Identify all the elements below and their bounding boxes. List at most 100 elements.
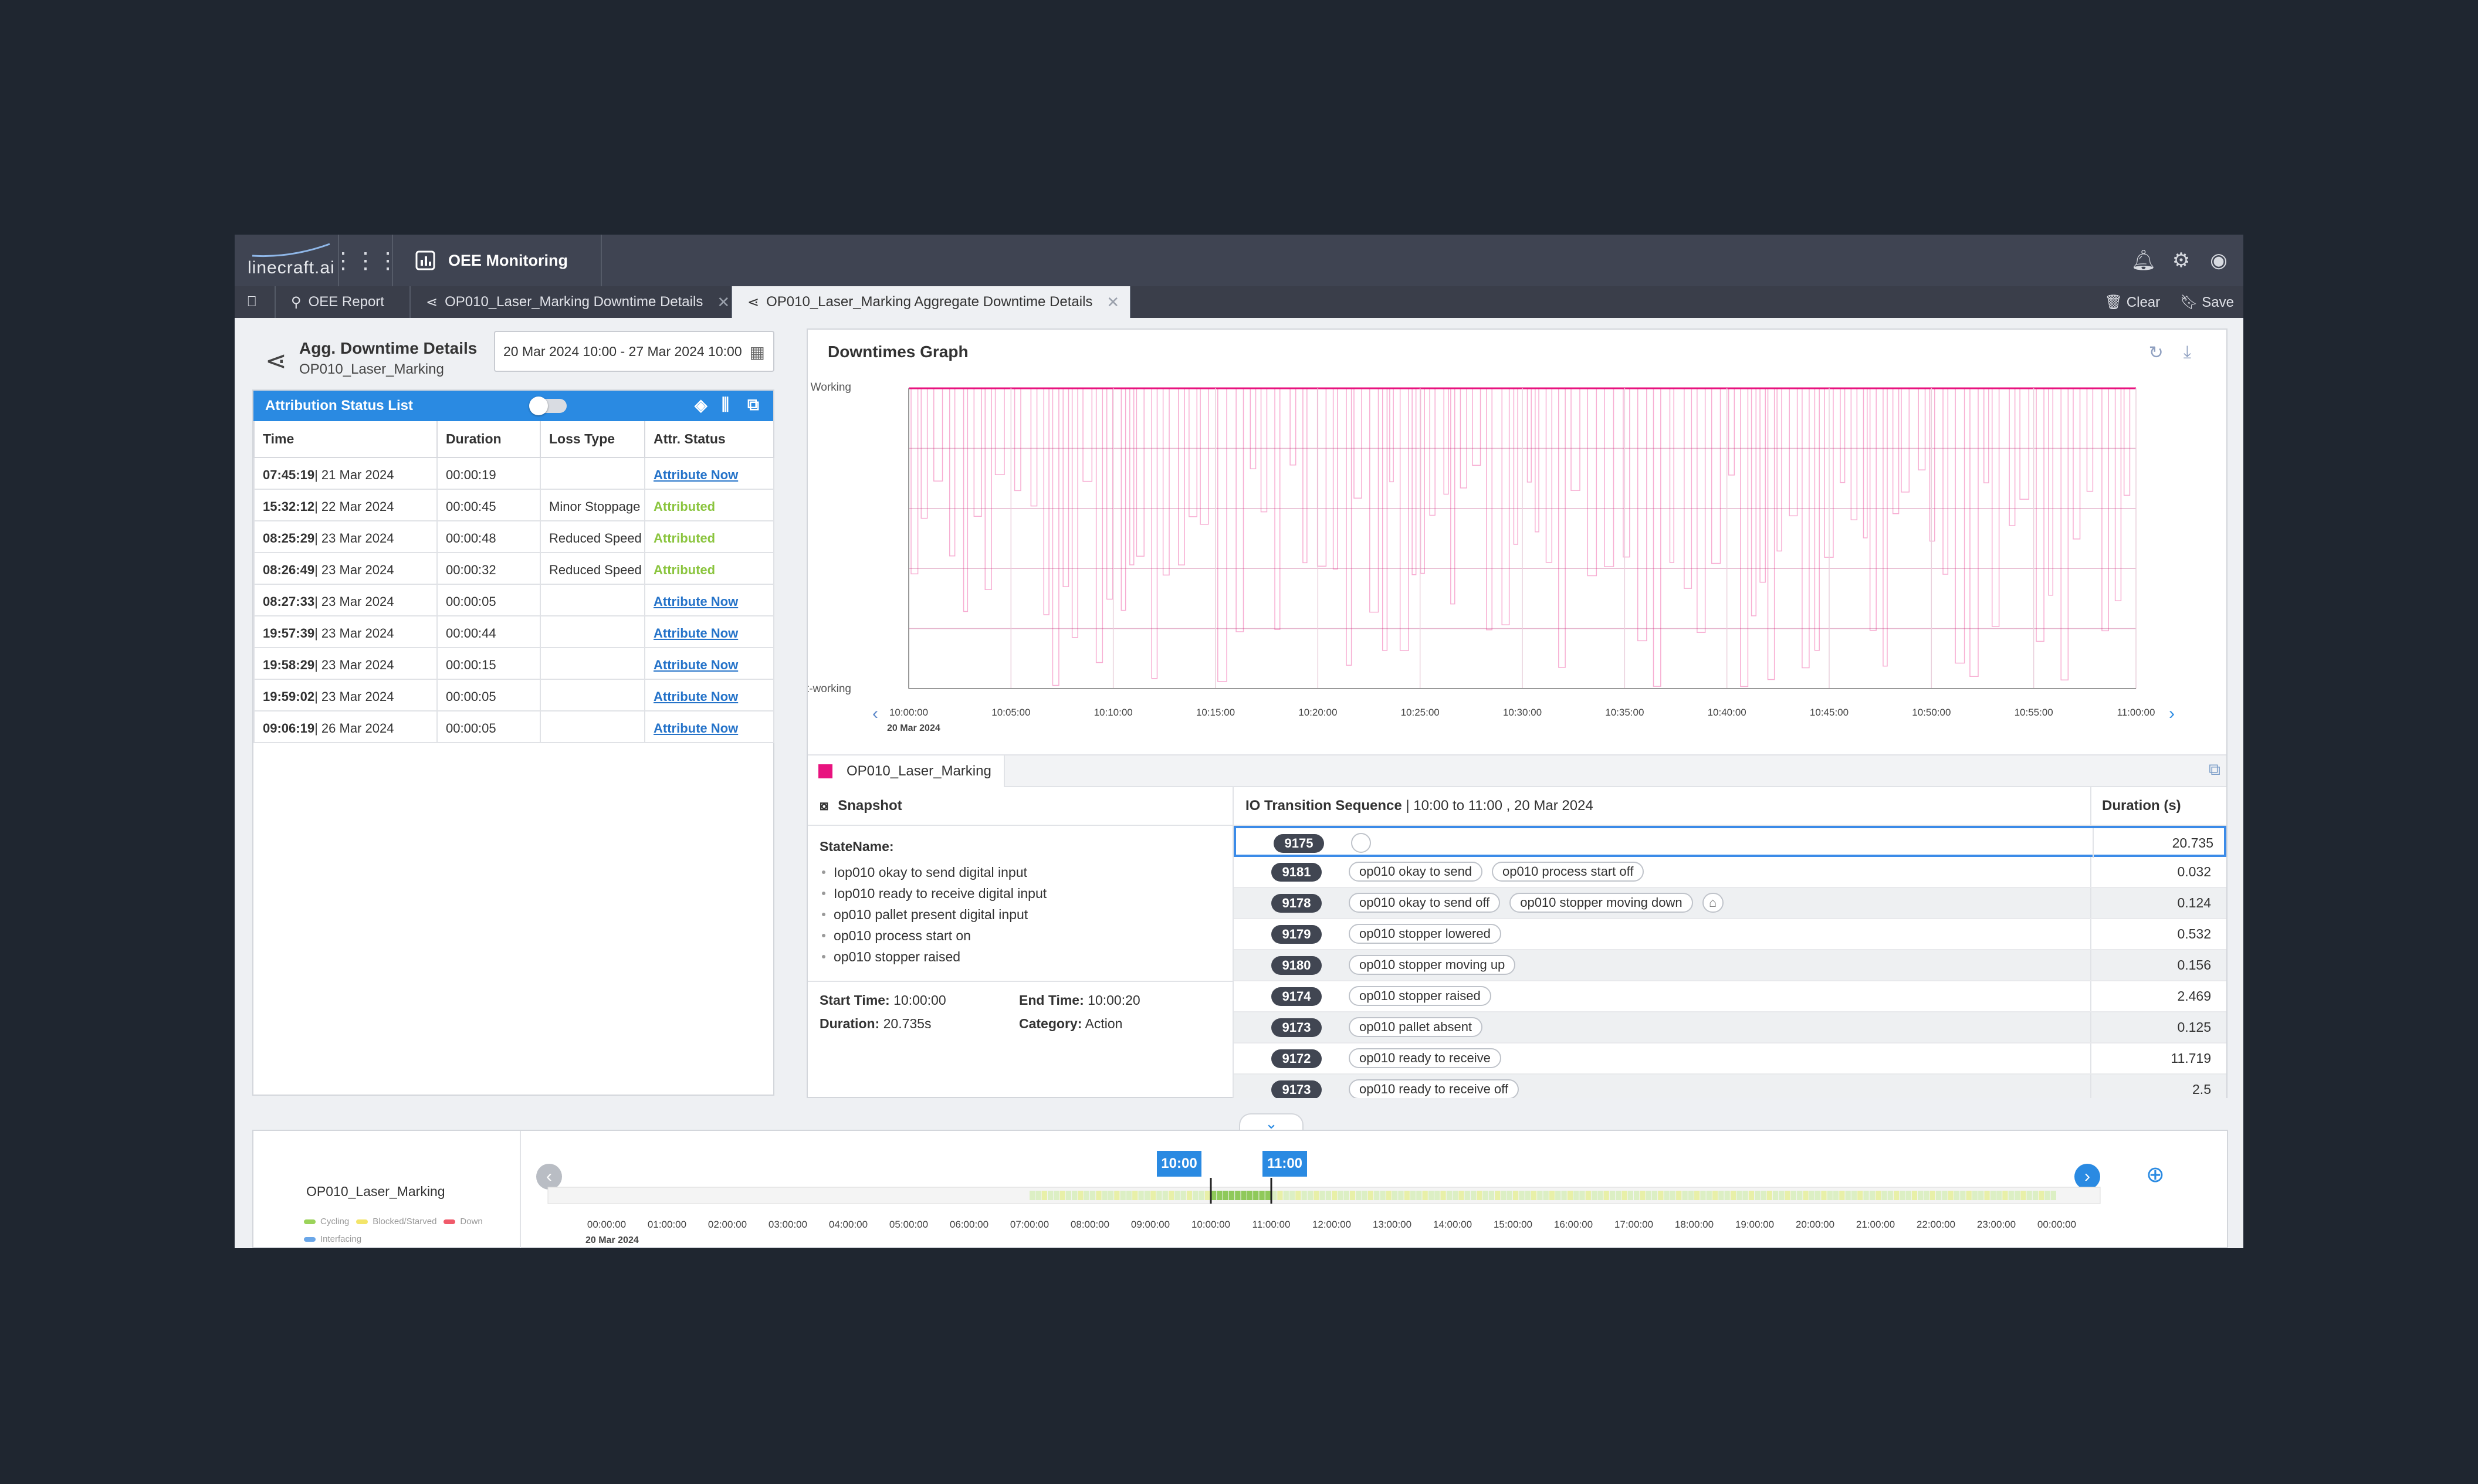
tab-aggregate-downtime-details[interactable]: ⋖ OP010_Laser_Marking Aggregate Downtime… [732,286,1131,318]
notification-bell-icon[interactable]: 🔔︎ [2131,248,2157,273]
cell-attr-status[interactable]: Attribute Now [644,647,774,680]
timeline-state-strip [1065,1191,1072,1200]
column-header-duration[interactable]: Duration [436,421,541,458]
transition-id-badge: 9179 [1271,925,1322,944]
downtime-spike [1177,388,1185,565]
date-value: | 23 Mar 2024 [314,531,394,546]
calendar-icon[interactable]: ▦ [750,343,765,362]
timeline-state-strip [1857,1191,1863,1200]
timeline-state-strip [1247,1191,1253,1200]
attribution-toggle[interactable] [529,397,567,415]
home-icon[interactable]: ⌂ [1702,893,1724,913]
date-range-value: 20 Mar 2024 10:00 - 27 Mar 2024 10:00 [503,343,742,359]
right-panel: Downtimes Graph ↻ ⤓ Working Not-working … [807,328,2228,1098]
timeline-state-strip [1386,1191,1392,1200]
graph-next-icon[interactable]: › [2169,704,2175,723]
downtime-spike [1189,388,1198,517]
settings-gear-icon[interactable]: ⚙ [2168,248,2194,273]
cell-attr-status: Attributed [644,489,774,521]
cell-attr-status[interactable]: Attribute Now [644,615,774,648]
sequence-row[interactable]: 9172 op010 ready to receive 11.719 [1234,1043,2226,1075]
graph-prev-icon[interactable]: ‹ [872,704,878,723]
column-header-time[interactable]: Time [253,421,438,458]
timeline-state-strip [1319,1191,1325,1200]
sequence-row[interactable]: 9173 op010 ready to receive off 2.5 [1234,1075,2226,1098]
timeline-state-strip [1132,1191,1138,1200]
timeline-tick-label: 20:00:00 [1795,1219,1835,1230]
timeline-state-strip [1325,1191,1331,1200]
attribution-title: Attribution Status List [265,398,413,414]
clear-button[interactable]: 🗑︎ Clear [2105,294,2161,311]
timeline-state-strip [1356,1191,1362,1200]
timeline-state-strip [1929,1191,1935,1200]
timeline-state-strip [1059,1191,1065,1200]
attribute-now-link[interactable]: Attribute Now [654,467,738,482]
close-icon[interactable]: ✕ [1106,293,1119,311]
downtime-spike [1637,388,1647,642]
range-marker-end[interactable]: 11:00 [1262,1151,1307,1177]
downtime-spike [2114,388,2122,602]
sequence-row[interactable]: 9175 20.735 [1234,826,2226,858]
attribute-now-link[interactable]: Attribute Now [654,658,738,672]
downtime-spike [920,388,928,519]
graph-x-tick-label: 10:45:00 [1810,707,1849,718]
downtime-spike [1526,388,1532,483]
cell-attr-status[interactable]: Attribute Now [644,584,774,616]
external-link-icon[interactable]: ⧉ [747,395,759,415]
timeline-tick-label: 17:00:00 [1614,1219,1654,1230]
column-header-attr-status[interactable]: Attr. Status [644,421,774,458]
downtime-spike [2048,388,2054,596]
layers-icon[interactable]: ◈ [695,395,707,415]
sequence-row[interactable]: 9174 op010 stopper raised 2.469 [1234,981,2226,1012]
sequence-row[interactable]: 9173 op010 pallet absent 0.125 [1234,1012,2226,1043]
cell-attr-status[interactable]: Attribute Now [644,679,774,711]
end-time: End Time: 10:00:20 [1019,992,1140,1008]
apps-grid-button[interactable]: ⋮⋮⋮ [332,235,399,286]
attribute-now-link[interactable]: Attribute Now [654,689,738,704]
timeline-state-strip [1978,1191,1984,1200]
sequence-row[interactable]: 9179 op010 stopper lowered 0.532 [1234,919,2226,950]
tab-downtime-details[interactable]: ⋖ OP010_Laser_Marking Downtime Details ✕ [411,286,732,318]
timeline-state-strip [1755,1191,1761,1200]
close-icon[interactable]: ✕ [717,293,730,311]
timeline-state-strip [1984,1191,1990,1200]
save-button[interactable]: 🔖︎ Save [2180,294,2234,311]
timeline-date: 20 Mar 2024 [585,1235,639,1245]
bookmark-tab[interactable]: ⎕ [235,286,276,318]
timeline-state-strip [1507,1191,1512,1200]
external-link-icon[interactable]: ⧉ [2209,760,2220,780]
timeline-state-strip [2014,1191,2020,1200]
filter-sliders-icon[interactable]: ⫼ [722,395,729,415]
graph-series [910,388,2131,687]
link-icon: ⚲ [291,294,302,310]
timeline-state-strip [1513,1191,1519,1200]
timeline-state-strip [1108,1191,1114,1200]
timeline-state-strip [1972,1191,1978,1200]
cell-attr-status[interactable]: Attribute Now [644,457,774,490]
module-title-text: OEE Monitoring [448,251,568,269]
logo[interactable]: linecraft.ai [235,235,339,286]
date-range-picker[interactable]: 20 Mar 2024 10:00 - 27 Mar 2024 10:00 ▦ [494,331,774,372]
attribution-table: Time Duration Loss Type Attr. Status 07:… [253,421,774,743]
sequence-row[interactable]: 9178 op010 okay to send off op010 stopper … [1234,888,2226,919]
downtime-spike [973,388,982,517]
sequence-row[interactable]: 9181 op010 okay to send op010 process star… [1234,857,2226,888]
attribute-now-link[interactable]: Attribute Now [654,721,738,736]
range-marker-start[interactable]: 10:00 [1157,1151,1201,1177]
timeline-state-strip [1458,1191,1464,1200]
cell-time: 19:57:39| 23 Mar 2024 [253,615,438,648]
column-header-loss-type[interactable]: Loss Type [540,421,645,458]
timeline-state-strip [1464,1191,1470,1200]
cell-attr-status[interactable]: Attribute Now [644,710,774,743]
downtime-spike [1429,388,1436,516]
duration: Duration: 20.735s [820,1016,931,1032]
module-title[interactable]: OEE Monitoring [393,235,602,286]
tab-oee-report[interactable]: ⚲ OEE Report [276,286,411,318]
attribute-now-link[interactable]: Attribute Now [654,594,738,609]
downtime-spike [1162,388,1170,576]
user-profile-icon[interactable]: ◉ [2206,248,2232,273]
attribute-now-link[interactable]: Attribute Now [654,626,738,641]
sequence-row[interactable]: 9180 op010 stopper moving up 0.156 [1234,950,2226,981]
timeline-state-strip [1785,1191,1790,1200]
station-tab[interactable]: OP010_Laser_Marking [808,755,1005,787]
